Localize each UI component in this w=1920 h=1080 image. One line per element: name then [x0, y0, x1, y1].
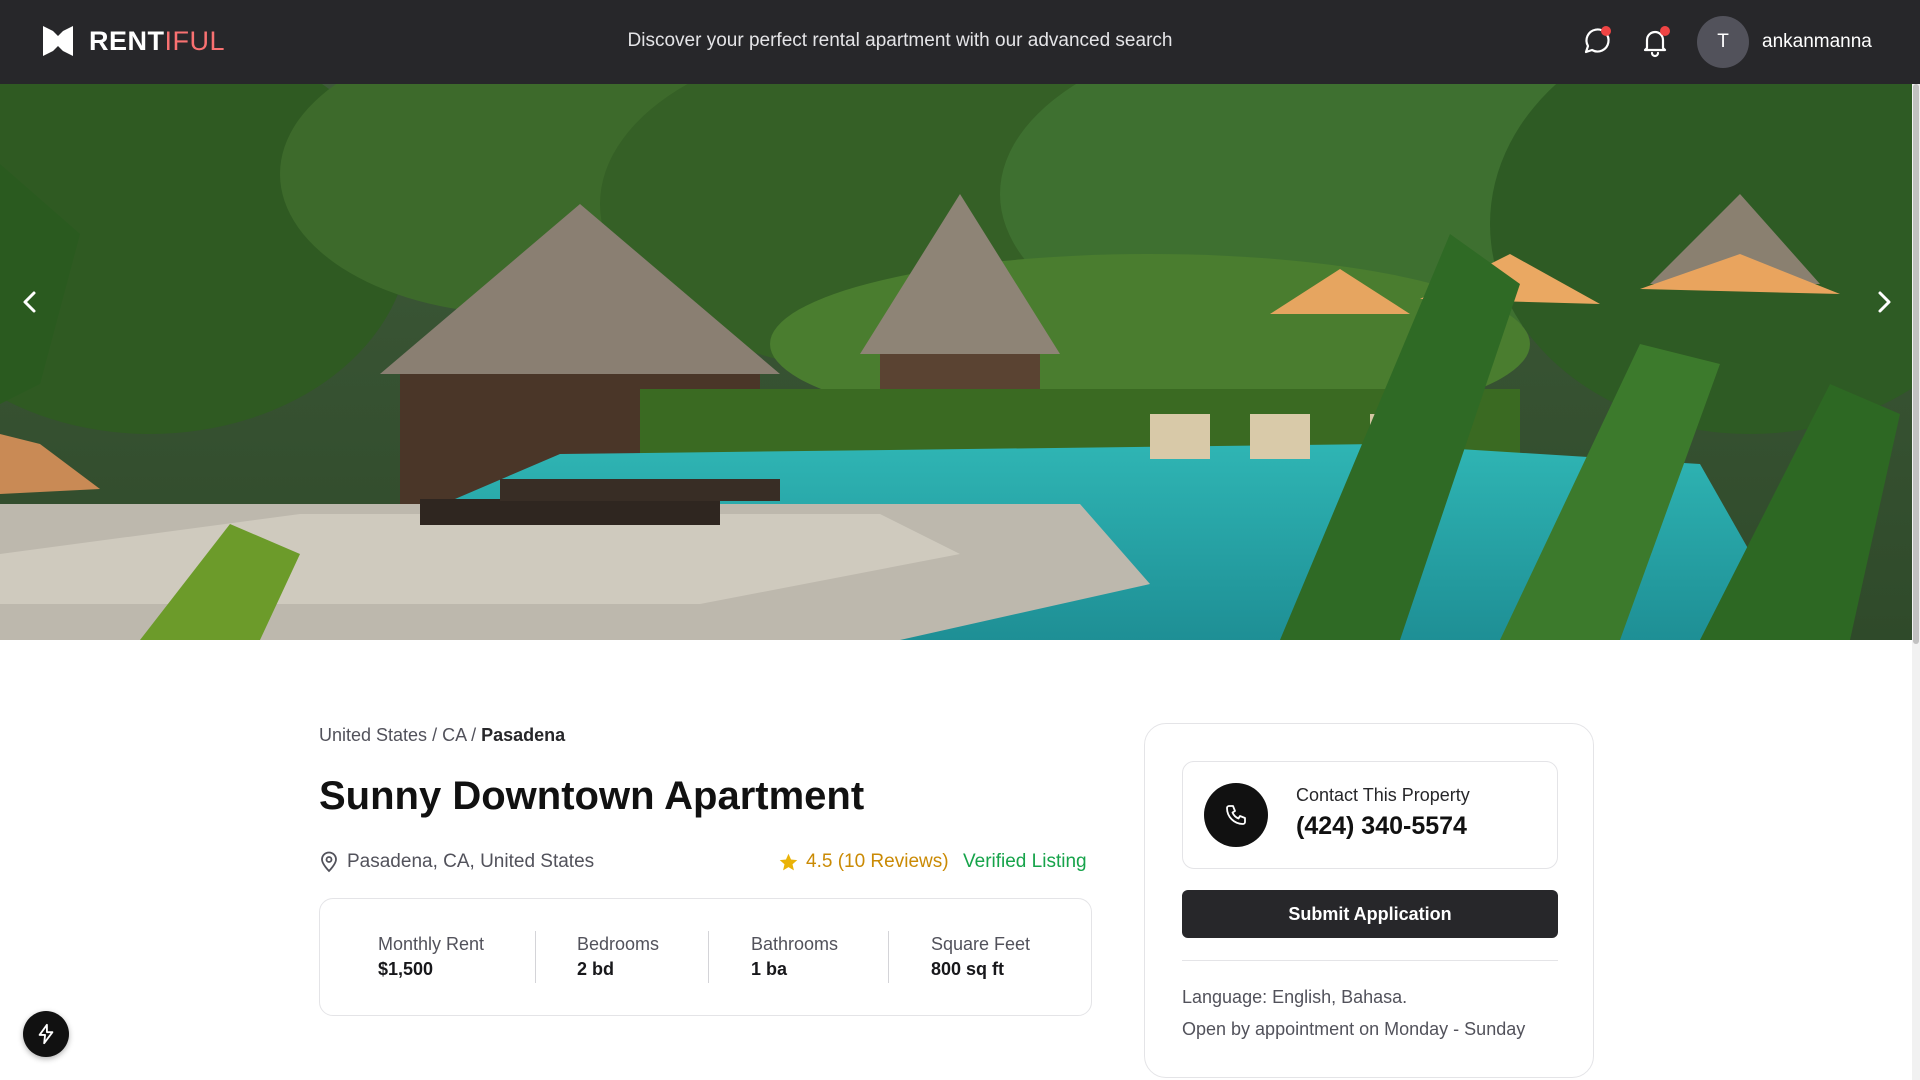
stat-divider: [888, 931, 889, 983]
property-rating[interactable]: 4.5 (10 Reviews): [778, 851, 949, 873]
user-menu[interactable]: T ankanmanna: [1697, 16, 1872, 68]
notifications-button[interactable]: [1635, 22, 1675, 62]
phone-icon-badge: [1204, 783, 1268, 847]
property-photo: [0, 84, 1912, 640]
submit-application-button[interactable]: Submit Application: [1182, 890, 1558, 938]
chevron-right-icon: [1878, 291, 1891, 313]
quick-action-button[interactable]: [23, 1011, 69, 1057]
top-navbar: RENTIFUL Discover your perfect rental ap…: [0, 0, 1920, 84]
breadcrumb: United States / CA / Pasadena: [319, 725, 566, 745]
breadcrumb-state[interactable]: CA: [442, 725, 466, 745]
star-icon: [779, 853, 798, 870]
unread-indicator: [1601, 26, 1611, 36]
stat-monthly-rent: Monthly Rent $1,500: [378, 931, 508, 983]
stat-label: Bathrooms: [751, 934, 839, 954]
messages-button[interactable]: [1576, 22, 1616, 62]
stat-value: 2 bd: [577, 959, 615, 979]
breadcrumb-city: Pasadena: [481, 725, 566, 745]
property-stats-card: Monthly Rent $1,500 Bedrooms 2 bd Bathro…: [319, 898, 1092, 1016]
contact-text: Contact This Property (424) 340-5574: [1296, 785, 1470, 841]
lightning-icon: [38, 1023, 54, 1045]
stat-label: Bedrooms: [577, 934, 660, 954]
breadcrumb-country[interactable]: United States: [319, 725, 427, 745]
location-text: Pasadena, CA, United States: [347, 851, 595, 872]
contact-phone-number[interactable]: (424) 340-5574: [1296, 812, 1470, 841]
carousel-next-button[interactable]: [1862, 272, 1906, 332]
stat-square-feet: Square Feet 800 sq ft: [931, 931, 1071, 983]
contact-label: Contact This Property: [1296, 785, 1470, 805]
verified-listing-badge: Verified Listing: [963, 851, 1087, 872]
notification-indicator: [1660, 26, 1670, 36]
card-divider: [1182, 960, 1558, 961]
stat-value: 800 sq ft: [931, 959, 1005, 979]
header-tagline: Discover your perfect rental apartment w…: [627, 30, 1173, 51]
stat-bathrooms: Bathrooms 1 ba: [751, 931, 888, 983]
stat-label: Monthly Rent: [378, 934, 485, 954]
stat-value: 1 ba: [751, 959, 788, 979]
page-scrollbar-thumb[interactable]: [1913, 84, 1919, 644]
stat-divider: [535, 931, 536, 983]
stat-divider: [708, 931, 709, 983]
rating-text[interactable]: 4.5 (10 Reviews): [806, 851, 949, 873]
avatar[interactable]: T: [1697, 16, 1749, 68]
carousel-prev-button[interactable]: [8, 272, 52, 332]
property-title: Sunny Downtown Apartment: [319, 774, 865, 818]
language-info: Language: English, Bahasa.: [1182, 987, 1408, 1007]
username[interactable]: ankanmanna: [1762, 31, 1872, 53]
property-location: Pasadena, CA, United States: [319, 851, 594, 873]
stat-value: $1,500: [378, 959, 434, 979]
phone-icon: [1226, 805, 1246, 825]
contact-phone-box[interactable]: Contact This Property (424) 340-5574: [1182, 761, 1558, 869]
map-pin-icon: [321, 851, 337, 873]
stat-label: Square Feet: [931, 934, 1031, 954]
chevron-left-icon: [23, 291, 36, 313]
property-image-carousel: [0, 84, 1912, 640]
stat-bedrooms: Bedrooms 2 bd: [577, 931, 708, 983]
hours-info: Open by appointment on Monday - Sunday: [1182, 1019, 1526, 1039]
contact-card: Contact This Property (424) 340-5574 Sub…: [1144, 723, 1594, 1078]
